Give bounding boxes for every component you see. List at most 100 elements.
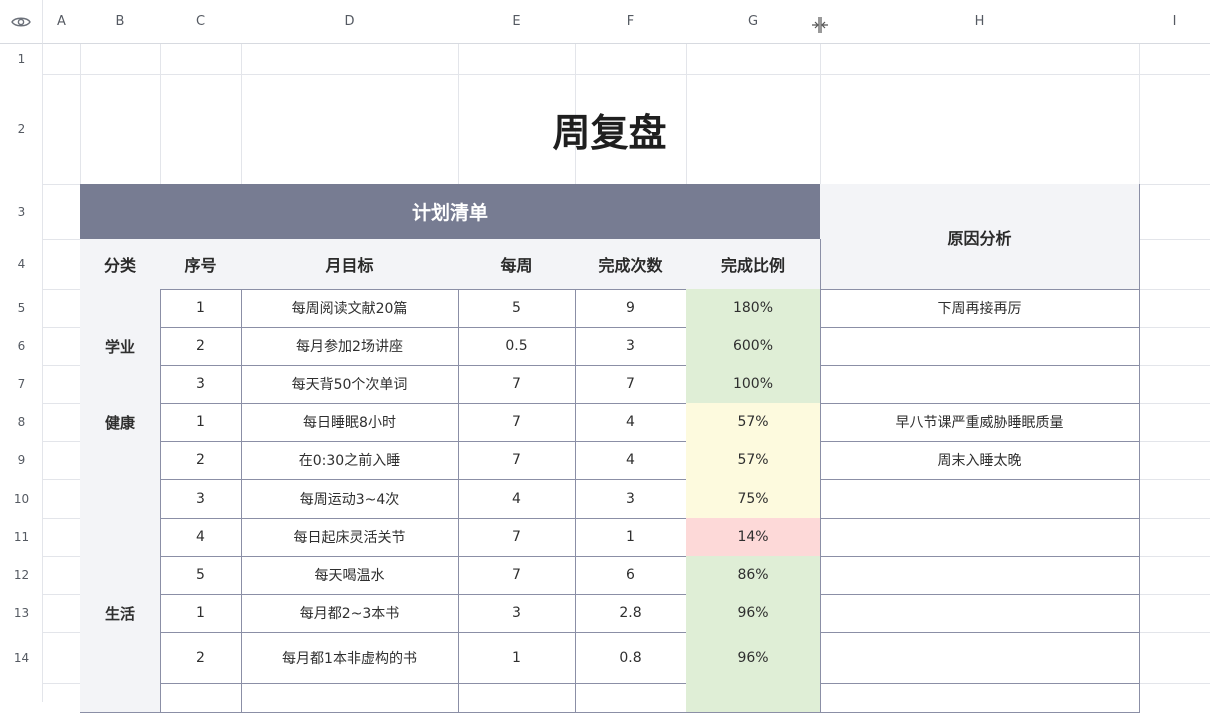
cell-ratio[interactable] <box>686 683 821 713</box>
cell-weekly[interactable]: 3 <box>458 594 576 633</box>
column-header-e[interactable]: E <box>458 0 575 44</box>
row-header-3[interactable]: 3 <box>0 184 43 239</box>
column-resize-icon[interactable] <box>810 16 830 34</box>
cell-reason[interactable] <box>820 556 1140 595</box>
category-empty-cell[interactable] <box>80 441 161 480</box>
cell-weekly[interactable]: 4 <box>458 479 576 519</box>
category-empty-cell[interactable] <box>80 683 161 713</box>
row-header-11[interactable]: 11 <box>0 518 43 556</box>
cell-ratio[interactable]: 86% <box>686 556 821 595</box>
column-header-i[interactable]: I <box>1139 0 1210 44</box>
cell-ratio[interactable]: 100% <box>686 365 821 404</box>
cell-weekly[interactable] <box>458 683 576 713</box>
category-empty-cell[interactable] <box>80 632 161 684</box>
cell-reason[interactable] <box>820 479 1140 519</box>
cell-index[interactable]: 5 <box>160 556 242 595</box>
cell-reason[interactable] <box>820 327 1140 366</box>
cell-weekly[interactable]: 7 <box>458 556 576 595</box>
cell-weekly[interactable]: 7 <box>458 441 576 480</box>
cell-done[interactable]: 3 <box>575 327 687 366</box>
row-header-12[interactable]: 12 <box>0 556 43 594</box>
category-health[interactable]: 健康 <box>80 403 161 442</box>
sheet-title[interactable]: 周复盘 <box>80 75 1139 184</box>
cell-done[interactable]: 2.8 <box>575 594 687 633</box>
header-done[interactable]: 完成次数 <box>575 239 687 290</box>
cell-goal[interactable]: 每天背50个次单词 <box>241 365 459 404</box>
category-life[interactable]: 生活 <box>80 594 161 633</box>
row-header-6[interactable]: 6 <box>0 327 43 365</box>
column-header-h[interactable]: H <box>820 0 1139 44</box>
cell-done[interactable]: 3 <box>575 479 687 519</box>
cell-done[interactable]: 0.8 <box>575 632 687 684</box>
cell-weekly[interactable]: 7 <box>458 403 576 442</box>
category-empty-cell[interactable] <box>80 479 161 519</box>
category-study[interactable]: 学业 <box>80 289 161 404</box>
row-header-13[interactable]: 13 <box>0 594 43 632</box>
row-header-10[interactable]: 10 <box>0 479 43 518</box>
cell-goal[interactable]: 每周阅读文献20篇 <box>241 289 459 328</box>
cell-goal[interactable]: 在0:30之前入睡 <box>241 441 459 480</box>
cell-goal[interactable] <box>241 683 459 713</box>
cell-index[interactable]: 4 <box>160 518 242 557</box>
cell-done[interactable]: 9 <box>575 289 687 328</box>
cell-index[interactable]: 2 <box>160 327 242 366</box>
row-header-7[interactable]: 7 <box>0 365 43 403</box>
cell-weekly[interactable]: 0.5 <box>458 327 576 366</box>
row-header-8[interactable]: 8 <box>0 403 43 441</box>
header-goal[interactable]: 月目标 <box>241 239 459 290</box>
cell-done[interactable]: 4 <box>575 441 687 480</box>
cell-ratio[interactable]: 180% <box>686 289 821 328</box>
header-ratio[interactable]: 完成比例 <box>686 239 821 290</box>
cell-index[interactable]: 1 <box>160 289 242 328</box>
row-header-1[interactable]: 1 <box>0 44 43 74</box>
row-header-4[interactable]: 4 <box>0 239 43 289</box>
column-header-a[interactable]: A <box>43 0 80 44</box>
column-header-g[interactable]: G <box>686 0 820 44</box>
cell-done[interactable]: 7 <box>575 365 687 404</box>
cell-ratio[interactable]: 600% <box>686 327 821 366</box>
column-header-f[interactable]: F <box>575 0 686 44</box>
cell-done[interactable] <box>575 683 687 713</box>
column-header-c[interactable]: C <box>160 0 241 44</box>
header-index[interactable]: 序号 <box>160 239 242 290</box>
cell-index[interactable]: 1 <box>160 594 242 633</box>
cell-ratio[interactable]: 96% <box>686 632 821 684</box>
cell-reason[interactable]: 早八节课严重威胁睡眠质量 <box>820 403 1140 442</box>
cell-goal[interactable]: 每日起床灵活关节 <box>241 518 459 557</box>
cell-goal[interactable]: 每月参加2场讲座 <box>241 327 459 366</box>
row-header-5[interactable]: 5 <box>0 289 43 327</box>
cell-reason[interactable]: 周末入睡太晚 <box>820 441 1140 480</box>
cell-index[interactable]: 2 <box>160 441 242 480</box>
cell-reason[interactable] <box>820 518 1140 557</box>
cell-weekly[interactable]: 5 <box>458 289 576 328</box>
row-header-14[interactable]: 14 <box>0 632 43 683</box>
column-header-d[interactable]: D <box>241 0 458 44</box>
cell-reason[interactable] <box>820 365 1140 404</box>
cell-weekly[interactable]: 1 <box>458 632 576 684</box>
cell-goal[interactable]: 每周运动3~4次 <box>241 479 459 519</box>
cell-ratio[interactable]: 96% <box>686 594 821 633</box>
plan-list-header[interactable]: 计划清单 <box>80 184 821 240</box>
cell-done[interactable]: 1 <box>575 518 687 557</box>
row-header-9[interactable]: 9 <box>0 441 43 479</box>
cell-index[interactable]: 1 <box>160 403 242 442</box>
cell-goal[interactable]: 每天喝温水 <box>241 556 459 595</box>
category-empty-cell[interactable] <box>80 518 161 557</box>
cell-goal[interactable]: 每日睡眠8小时 <box>241 403 459 442</box>
cell-reason[interactable] <box>820 632 1140 684</box>
cell-goal[interactable]: 每月都2~3本书 <box>241 594 459 633</box>
cell-index[interactable]: 2 <box>160 632 242 684</box>
cell-ratio[interactable]: 57% <box>686 403 821 442</box>
cell-index[interactable]: 3 <box>160 479 242 519</box>
cell-done[interactable]: 4 <box>575 403 687 442</box>
cell-weekly[interactable]: 7 <box>458 518 576 557</box>
header-weekly[interactable]: 每周 <box>458 239 576 290</box>
cell-reason[interactable]: 下周再接再厉 <box>820 289 1140 328</box>
header-category[interactable]: 分类 <box>80 239 161 290</box>
cell-goal[interactable]: 每月都1本非虚构的书 <box>241 632 459 684</box>
cell-done[interactable]: 6 <box>575 556 687 595</box>
cell-ratio[interactable]: 14% <box>686 518 821 557</box>
cell-index[interactable]: 3 <box>160 365 242 404</box>
cell-reason[interactable] <box>820 594 1140 633</box>
eye-icon[interactable] <box>0 0 43 44</box>
